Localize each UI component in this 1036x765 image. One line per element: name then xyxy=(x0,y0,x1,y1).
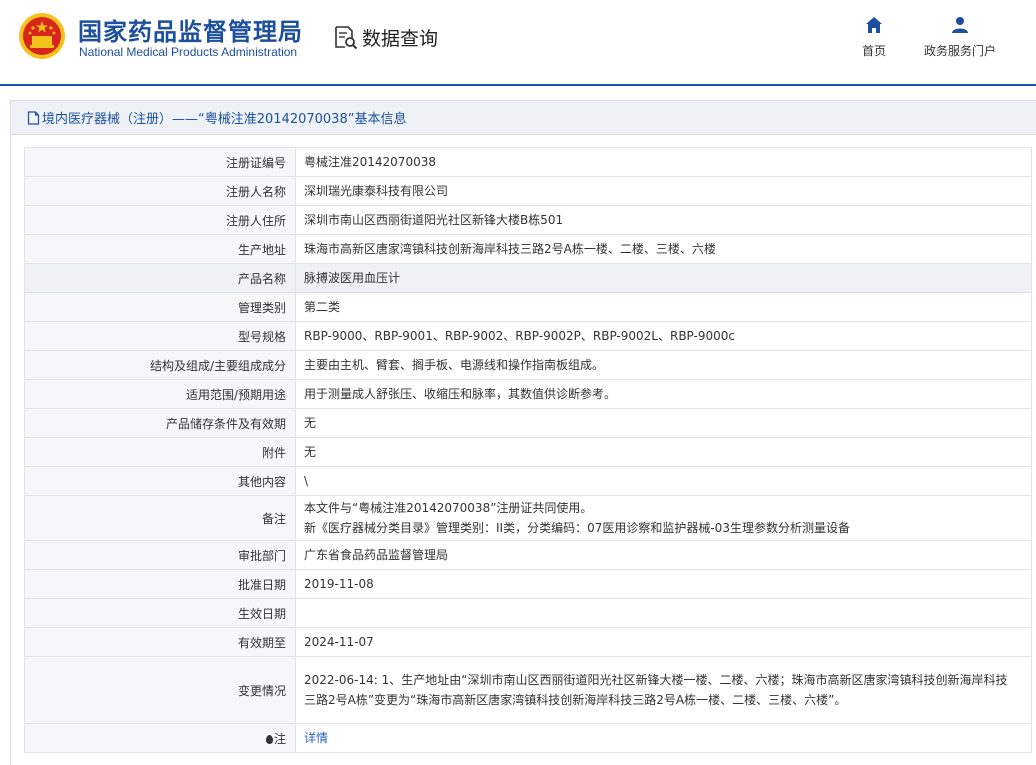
site-subtitle: National Medical Products Administration xyxy=(79,45,298,59)
row-value: 用于测量成人舒张压、收缩压和脉率，其数值供诊断参考。 xyxy=(295,379,1032,409)
row-value: 本文件与“粤械注准20142070038”注册证共同使用。 新《医疗器械分类目录… xyxy=(295,495,1032,541)
nav-service-portal[interactable]: 政务服务门户 xyxy=(920,16,1000,59)
row-label: 注册人名称 xyxy=(24,176,296,206)
table-row: 型号规格 RBP-9000、RBP-9001、RBP-9002、RBP-9002… xyxy=(24,321,1032,351)
nav-home[interactable]: 首页 xyxy=(859,16,889,59)
row-label: 产品名称 xyxy=(24,263,296,293)
info-table: 注册证编号 粤械注准20142070038 注册人名称 深圳瑞光康泰科技有限公司… xyxy=(24,147,1032,753)
row-label: 变更情况 xyxy=(24,656,296,724)
row-value: 珠海市高新区唐家湾镇科技创新海岸科技三路2号A栋一楼、二楼、三楼、六楼 xyxy=(295,234,1032,264)
table-row: 产品名称 脉搏波医用血压计 xyxy=(24,263,1032,293)
site-title: 国家药品监督管理局 xyxy=(78,19,303,46)
row-label: 审批部门 xyxy=(24,540,296,570)
nav-service-portal-label: 政务服务门户 xyxy=(923,44,996,58)
row-value: 2019-11-08 xyxy=(295,569,1032,599)
data-query-label: 数据查询 xyxy=(362,27,439,50)
table-row: 适用范围/预期用途 用于测量成人舒张压、收缩压和脉率，其数值供诊断参考。 xyxy=(24,379,1032,409)
row-value: 广东省食品药品监督管理局 xyxy=(295,540,1032,570)
table-row: 结构及组成/主要组成成分 主要由主机、臂套、搁手板、电源线和操作指南板组成。 xyxy=(24,350,1032,380)
panel-title: 境内医疗器械（注册）——“粤械注准20142070038”基本信息 xyxy=(42,112,407,127)
table-row: 注册证编号 粤械注准20142070038 xyxy=(24,147,1032,177)
user-icon xyxy=(952,17,968,33)
home-icon xyxy=(866,17,882,33)
table-row: 审批部门 广东省食品药品监督管理局 xyxy=(24,540,1032,570)
table-row: 生效日期 xyxy=(24,598,1032,628)
row-value: 第二类 xyxy=(295,292,1032,322)
row-label: 注 xyxy=(24,723,296,753)
row-label: 注册证编号 xyxy=(24,147,296,177)
table-row: 变更情况 2022-06-14: 1、生产地址由“深圳市南山区西丽街道阳光社区新… xyxy=(24,656,1032,724)
row-label: 生产地址 xyxy=(24,234,296,264)
table-row: 管理类别 第二类 xyxy=(24,292,1032,322)
row-label: 附件 xyxy=(24,437,296,467)
panel-header: 境内医疗器械（注册）——“粤械注准20142070038”基本信息 xyxy=(11,101,1036,135)
row-label: 备注 xyxy=(24,495,296,541)
row-value: 2022-06-14: 1、生产地址由“深圳市南山区西丽街道阳光社区新锋大楼一楼… xyxy=(295,656,1032,724)
note-icon xyxy=(265,734,273,744)
row-label: 生效日期 xyxy=(24,598,296,628)
table-row: 有效期至 2024-11-07 xyxy=(24,627,1032,657)
row-label: 管理类别 xyxy=(24,292,296,322)
row-label: 型号规格 xyxy=(24,321,296,351)
row-value: 无 xyxy=(295,437,1032,467)
table-row: 注册人住所 深圳市南山区西丽街道阳光社区新锋大楼B栋501 xyxy=(24,205,1032,235)
table-row: 生产地址 珠海市高新区唐家湾镇科技创新海岸科技三路2号A栋一楼、二楼、三楼、六楼 xyxy=(24,234,1032,264)
document-icon xyxy=(27,110,40,125)
table-row: 附件 无 xyxy=(24,437,1032,467)
row-value: 无 xyxy=(295,408,1032,438)
row-value: RBP-9000、RBP-9001、RBP-9002、RBP-9002P、RBP… xyxy=(295,321,1032,351)
table-row: 产品储存条件及有效期 无 xyxy=(24,408,1032,438)
row-value: 主要由主机、臂套、搁手板、电源线和操作指南板组成。 xyxy=(295,350,1032,380)
row-label: 有效期至 xyxy=(24,627,296,657)
remark-line-1: 本文件与“粤械注准20142070038”注册证共同使用。 xyxy=(304,501,593,515)
remark-line-2: 新《医疗器械分类目录》管理类别：II类，分类编码：07医用诊察和监护器械-03生… xyxy=(304,521,850,535)
row-label: 批准日期 xyxy=(24,569,296,599)
site-header: 国家药品监督管理局 National Medical Products Admi… xyxy=(0,0,1036,86)
row-value: \ xyxy=(295,466,1032,496)
data-query-link[interactable]: 数据查询 xyxy=(332,24,438,50)
row-label: 其他内容 xyxy=(24,466,296,496)
row-value: 详情 xyxy=(295,723,1032,753)
detail-panel: 境内医疗器械（注册）——“粤械注准20142070038”基本信息 注册证编号 … xyxy=(10,100,1036,765)
row-label: 产品储存条件及有效期 xyxy=(24,408,296,438)
table-row: 其他内容 \ xyxy=(24,466,1032,496)
nav-home-label: 首页 xyxy=(861,44,886,58)
row-value: 深圳市南山区西丽街道阳光社区新锋大楼B栋501 xyxy=(295,205,1032,235)
table-row: 注册人名称 深圳瑞光康泰科技有限公司 xyxy=(24,176,1032,206)
data-query-icon xyxy=(335,26,358,50)
national-emblem-icon xyxy=(19,13,65,59)
details-link[interactable]: 详情 xyxy=(304,731,328,745)
table-row: 批准日期 2019-11-08 xyxy=(24,569,1032,599)
table-row: 注 详情 xyxy=(24,723,1032,753)
row-value: 粤械注准20142070038 xyxy=(295,147,1032,177)
row-value: 深圳瑞光康泰科技有限公司 xyxy=(295,176,1032,206)
row-value: 脉搏波医用血压计 xyxy=(295,263,1032,293)
row-label: 结构及组成/主要组成成分 xyxy=(24,350,296,380)
table-row: 备注 本文件与“粤械注准20142070038”注册证共同使用。 新《医疗器械分… xyxy=(24,495,1032,541)
row-label: 注册人住所 xyxy=(24,205,296,235)
row-value: 2024-11-07 xyxy=(295,627,1032,657)
row-value xyxy=(295,598,1032,628)
note-label: 注 xyxy=(273,731,286,746)
row-label: 适用范围/预期用途 xyxy=(24,379,296,409)
